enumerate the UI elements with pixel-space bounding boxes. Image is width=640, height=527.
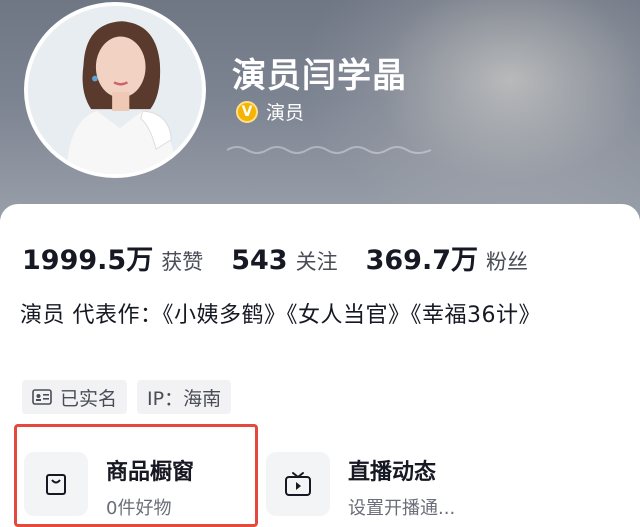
shop-window-icon-box[interactable]: [24, 452, 88, 516]
banner-signature-decoration: [226, 146, 432, 154]
tag-ip-label: IP：海南: [147, 387, 222, 410]
tag-real-name-verified[interactable]: 已实名: [22, 380, 128, 414]
live-title[interactable]: 直播动态: [348, 454, 436, 486]
tag-real-name-label: 已实名: [60, 387, 118, 410]
tag-ip-location[interactable]: IP：海南: [137, 380, 232, 414]
banner-glow: [300, 0, 640, 220]
stat-likes-label: 获赞: [161, 250, 204, 274]
stat-followers-label: 粉丝: [485, 250, 528, 274]
shopping-bag-icon: [46, 474, 66, 495]
tv-icon: [285, 472, 311, 496]
profile-bio: 演员 代表作：《小姨多鹤》《女人当官》《幸福36计》: [20, 303, 541, 328]
id-card-icon: [32, 389, 52, 405]
profile-tags: 已实名 IP：海南: [22, 380, 241, 414]
live-icon-box[interactable]: [266, 452, 330, 516]
stat-followers[interactable]: 369.7万 粉丝: [366, 238, 528, 277]
verified-badge-icon: V: [236, 100, 258, 123]
shop-window-title[interactable]: 商品橱窗: [106, 454, 194, 486]
profile-name: 演员闫学晶: [232, 56, 407, 96]
stat-followers-value: 369.7万: [365, 245, 478, 276]
live-subtitle: 设置开播通...: [348, 498, 456, 519]
shop-window-subtitle: 0件好物: [106, 498, 172, 519]
verification-label: 演员: [266, 102, 305, 124]
stat-likes[interactable]: 1999.5万 获赞: [22, 238, 203, 277]
stat-following[interactable]: 543 关注: [231, 245, 337, 276]
avatar[interactable]: [24, 2, 206, 178]
stat-following-label: 关注: [295, 250, 338, 274]
verification-row: V 演员: [236, 98, 304, 125]
avatar-image: [28, 6, 202, 174]
stat-following-value: 543: [231, 245, 288, 276]
stats-row: 1999.5万 获赞 543 关注 369.7万 粉丝: [22, 238, 556, 277]
stat-likes-value: 1999.5万: [22, 245, 154, 276]
